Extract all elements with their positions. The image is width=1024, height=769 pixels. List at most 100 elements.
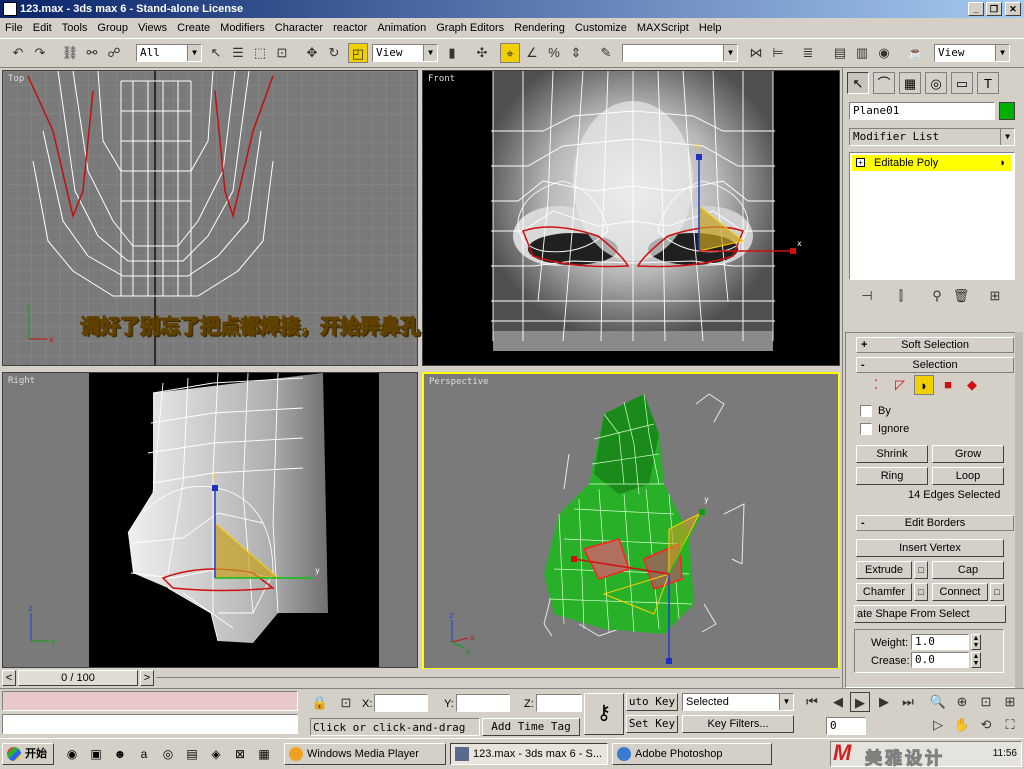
by-vertex-checkbox[interactable] (860, 405, 872, 417)
menu-file[interactable]: File (0, 18, 28, 38)
maxscript-listener-mini[interactable] (2, 691, 298, 711)
ring-button[interactable]: Ring (856, 467, 928, 485)
display-tab-icon[interactable]: ▭ (951, 72, 973, 94)
render-scene-icon[interactable]: ☕ (906, 43, 926, 63)
layer-manager-icon[interactable]: ≣ (798, 43, 818, 63)
y-coord-field[interactable] (456, 694, 510, 712)
task-photoshop[interactable]: Adobe Photoshop (612, 743, 772, 765)
viewport-front[interactable]: z x Front (422, 70, 840, 366)
time-next-button[interactable]: > (140, 670, 154, 686)
excel-quicklaunch-icon[interactable]: ⊠ (232, 746, 248, 762)
selection-filter-dropdown[interactable]: All ▼ (136, 44, 202, 62)
time-prev-button[interactable]: < (2, 670, 16, 686)
add-time-tag-button[interactable]: Add Time Tag (482, 718, 580, 736)
zoom-extents-icon[interactable]: ⊡ (976, 692, 996, 712)
key-mode-dropdown[interactable]: Selected ▼ (682, 693, 794, 711)
maximize-viewport-icon[interactable]: ⛶ (1000, 715, 1020, 735)
auto-key-button[interactable]: uto Key (626, 693, 678, 711)
make-unique-icon[interactable]: ⚲ (927, 286, 947, 306)
ignore-backfacing-checkbox[interactable] (860, 423, 872, 435)
hierarchy-tab-icon[interactable]: ▦ (899, 72, 921, 94)
task-windows-media-player[interactable]: Windows Media Player (284, 743, 446, 765)
show-end-result-icon[interactable]: ⫿ (891, 286, 911, 306)
schematic-view-icon[interactable]: ▥ (852, 43, 872, 63)
percent-snap-icon[interactable]: % (544, 43, 564, 63)
mirror-icon[interactable]: ⋈ (746, 43, 766, 63)
rect-selection-icon[interactable]: ⬚ (250, 43, 270, 63)
stack-edge-icon[interactable]: ◗ (999, 155, 1006, 171)
viewport-top-label[interactable]: Top (8, 74, 24, 84)
manipulate-icon[interactable]: ✣ (472, 43, 492, 63)
ie-quicklaunch-icon[interactable]: ◉ (64, 746, 80, 762)
grow-button[interactable]: Grow (932, 445, 1004, 463)
polygon-mode-icon[interactable]: ■ (938, 375, 958, 395)
task-3dsmax[interactable]: 123.max - 3ds max 6 - S... (450, 743, 608, 765)
align-icon[interactable]: ⊨ (768, 43, 788, 63)
weight-input[interactable]: 1.0 (911, 634, 969, 650)
menu-edit[interactable]: Edit (28, 18, 57, 38)
chamfer-settings-icon[interactable]: □ (914, 583, 928, 601)
menu-views[interactable]: Views (133, 18, 172, 38)
extrude-settings-icon[interactable]: □ (914, 561, 928, 579)
go-to-end-icon[interactable]: ⏭ (898, 692, 918, 712)
z-coord-field[interactable] (536, 694, 582, 712)
command-panel-scrollbar[interactable] (1015, 332, 1023, 688)
zoom-extents-all-icon[interactable]: ⊞ (1000, 692, 1020, 712)
app-quicklaunch-icon[interactable]: a (136, 746, 152, 762)
create-shape-from-selection-button[interactable]: ate Shape From Select (854, 605, 1006, 623)
pivot-center-icon[interactable]: ▮ (442, 43, 462, 63)
selection-rollout[interactable]: - Selection (856, 357, 1014, 373)
shrink-button[interactable]: Shrink (856, 445, 928, 463)
redo-icon[interactable]: ↷ (30, 43, 50, 63)
snap-toggle-icon[interactable]: ⌖ (500, 43, 520, 63)
maxscript-output-mini[interactable] (2, 714, 298, 734)
loop-button[interactable]: Loop (932, 467, 1004, 485)
scale-icon[interactable]: ◰ (348, 43, 368, 63)
object-color-swatch[interactable] (999, 102, 1015, 120)
menu-graph-editors[interactable]: Graph Editors (431, 18, 509, 38)
bind-space-warp-icon[interactable]: ☍ (104, 43, 124, 63)
modify-tab-icon[interactable]: ⌒ (873, 72, 895, 94)
menu-animation[interactable]: Animation (372, 18, 431, 38)
prev-frame-icon[interactable]: ◀ (828, 692, 848, 712)
remove-modifier-icon[interactable]: 🗑 (951, 286, 971, 306)
menu-tools[interactable]: Tools (57, 18, 93, 38)
connect-button[interactable]: Connect (932, 583, 988, 601)
reference-coordinate-dropdown[interactable]: View ▼ (372, 44, 438, 62)
menu-group[interactable]: Group (92, 18, 133, 38)
element-mode-icon[interactable]: ◆ (962, 375, 982, 395)
utilities-tab-icon[interactable]: T (977, 72, 999, 94)
orbit-icon[interactable]: ⟲ (976, 715, 996, 735)
menu-maxscript[interactable]: MAXScript (632, 18, 694, 38)
close-button[interactable]: ✕ (1005, 2, 1021, 16)
pin-stack-icon[interactable]: ⊣ (857, 286, 877, 306)
key-filters-button[interactable]: Key Filters... (682, 715, 794, 733)
explorer-quicklaunch-icon[interactable]: ▤ (184, 746, 200, 762)
material-editor-icon[interactable]: ◉ (874, 43, 894, 63)
crease-spinner[interactable]: ▲ ▼ (971, 652, 981, 668)
set-key-big-icon[interactable]: ⚷ (584, 693, 624, 735)
edge-mode-icon[interactable]: ◸ (890, 375, 910, 395)
soft-selection-rollout[interactable]: + Soft Selection (856, 337, 1014, 353)
set-key-button[interactable]: Set Key (626, 715, 678, 733)
modifier-stack[interactable]: + Editable Poly ◗ (849, 152, 1015, 280)
cap-button[interactable]: Cap (932, 561, 1004, 579)
qq-quicklaunch-icon[interactable]: ☻ (112, 746, 128, 762)
link-icon[interactable]: ⛓ (60, 43, 80, 63)
named-selection-dropdown[interactable]: ▼ (622, 44, 738, 62)
edit-borders-rollout[interactable]: - Edit Borders (856, 515, 1014, 531)
menu-help[interactable]: Help (694, 18, 727, 38)
spinner-snap-icon[interactable]: ⇕ (566, 43, 586, 63)
lock-selection-icon[interactable]: 🔒 (310, 693, 330, 713)
time-track[interactable] (156, 677, 840, 678)
viewport-right-label[interactable]: Right (8, 376, 35, 386)
viewport-right[interactable]: z y z y Right (2, 372, 418, 668)
extrude-button[interactable]: Extrude (856, 561, 912, 579)
zoom-all-icon[interactable]: ⊕ (952, 692, 972, 712)
vertex-mode-icon[interactable]: ⁚ (866, 375, 886, 395)
modifier-list-dropdown[interactable]: Modifier List ▼ (849, 128, 1015, 146)
viewport-front-label[interactable]: Front (428, 74, 455, 84)
configure-modifier-sets-icon[interactable]: ⊞ (985, 286, 1005, 306)
angle-snap-icon[interactable]: ∠ (522, 43, 542, 63)
border-mode-icon[interactable]: ◗ (914, 375, 934, 395)
